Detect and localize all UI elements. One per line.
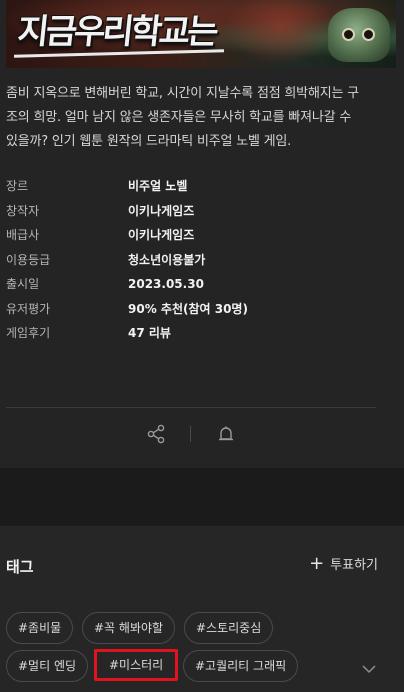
game-info-table: 장르 비주얼 노벨 창작자 이키나게임즈 배급사 이키나게임즈 이용등급 청소년… <box>6 174 386 346</box>
vote-label: 투표하기 <box>330 558 378 573</box>
banner-blood-smear <box>221 0 341 68</box>
info-row-reviews: 게임후기 47 리뷰 <box>6 321 386 346</box>
info-row-creator: 창작자 이키나게임즈 <box>6 199 386 224</box>
info-row-rating: 이용등급 청소년이용불가 <box>6 248 386 273</box>
info-value: 비주얼 노벨 <box>128 179 188 193</box>
info-value: 90% 추천(참여 30명) <box>128 301 248 316</box>
detail-actions <box>0 418 382 450</box>
chevron-down-icon <box>362 665 376 674</box>
info-label: 배급사 <box>6 228 40 242</box>
info-row-genre: 장르 비주얼 노벨 <box>6 174 386 199</box>
action-separator <box>190 426 191 442</box>
share-button[interactable] <box>144 422 168 446</box>
description-line: 좀비 지옥으로 변해버린 학교, 시간이 지날수록 점점 희박해지는 구 <box>6 86 359 101</box>
banner-zombie-face <box>328 8 390 62</box>
tags-section: 태그 + 투표하기 #좀비물 #꼭 해봐야할 #스토리중심 #멀티 엔딩 #미스… <box>0 526 404 692</box>
info-value: 47 리뷰 <box>128 326 171 340</box>
info-value: 이키나게임즈 <box>128 203 195 218</box>
tag-chip[interactable]: #좀비물 <box>6 612 74 644</box>
info-value: 청소년이용불가 <box>128 252 206 267</box>
info-label: 게임후기 <box>6 326 51 340</box>
info-label: 유저평가 <box>6 301 51 316</box>
info-label: 출시일 <box>6 277 40 291</box>
section-gap <box>0 468 404 526</box>
description-line: 조의 희망. 얼마 남지 않은 생존자들은 무사히 학교를 빠져나갈 수 <box>6 110 352 125</box>
tag-chip[interactable]: #고퀄리티 그래픽 <box>183 650 299 682</box>
expand-tags-button[interactable] <box>360 660 378 674</box>
alarm-button[interactable] <box>214 422 238 446</box>
info-row-publisher: 배급사 이키나게임즈 <box>6 223 386 248</box>
info-row-release-date: 출시일 2023.05.30 <box>6 272 386 297</box>
info-row-user-score: 유저평가 90% 추천(참여 30명) <box>6 297 386 322</box>
tag-chip[interactable]: #스토리중심 <box>184 612 274 644</box>
section-divider <box>6 407 376 408</box>
bell-icon <box>219 426 233 441</box>
game-logo: 지금우리학교는 <box>15 12 218 52</box>
info-label: 창작자 <box>6 203 40 218</box>
info-value: 2023.05.30 <box>128 277 204 291</box>
share-icon <box>147 424 165 444</box>
vote-button[interactable]: + 투표하기 <box>309 554 378 573</box>
tags-title: 태그 <box>6 558 34 576</box>
game-description: 좀비 지옥으로 변해버린 학교, 시간이 지날수록 점점 희박해지는 구 조의 … <box>6 82 394 154</box>
info-label: 이용등급 <box>6 252 51 267</box>
info-value: 이키나게임즈 <box>128 228 195 242</box>
tag-chip[interactable]: #멀티 엔딩 <box>6 650 89 682</box>
game-key-art-banner: 지금우리학교는 <box>6 0 396 68</box>
info-label: 장르 <box>6 179 29 193</box>
description-line: 있을까? 인기 웹툰 원작의 드라마틱 비주얼 노벨 게임. <box>6 134 292 149</box>
plus-icon: + <box>309 552 325 574</box>
tag-chip-highlighted[interactable]: #미스터리 <box>94 649 179 681</box>
tag-chip[interactable]: #꼭 해봐야할 <box>82 612 176 644</box>
